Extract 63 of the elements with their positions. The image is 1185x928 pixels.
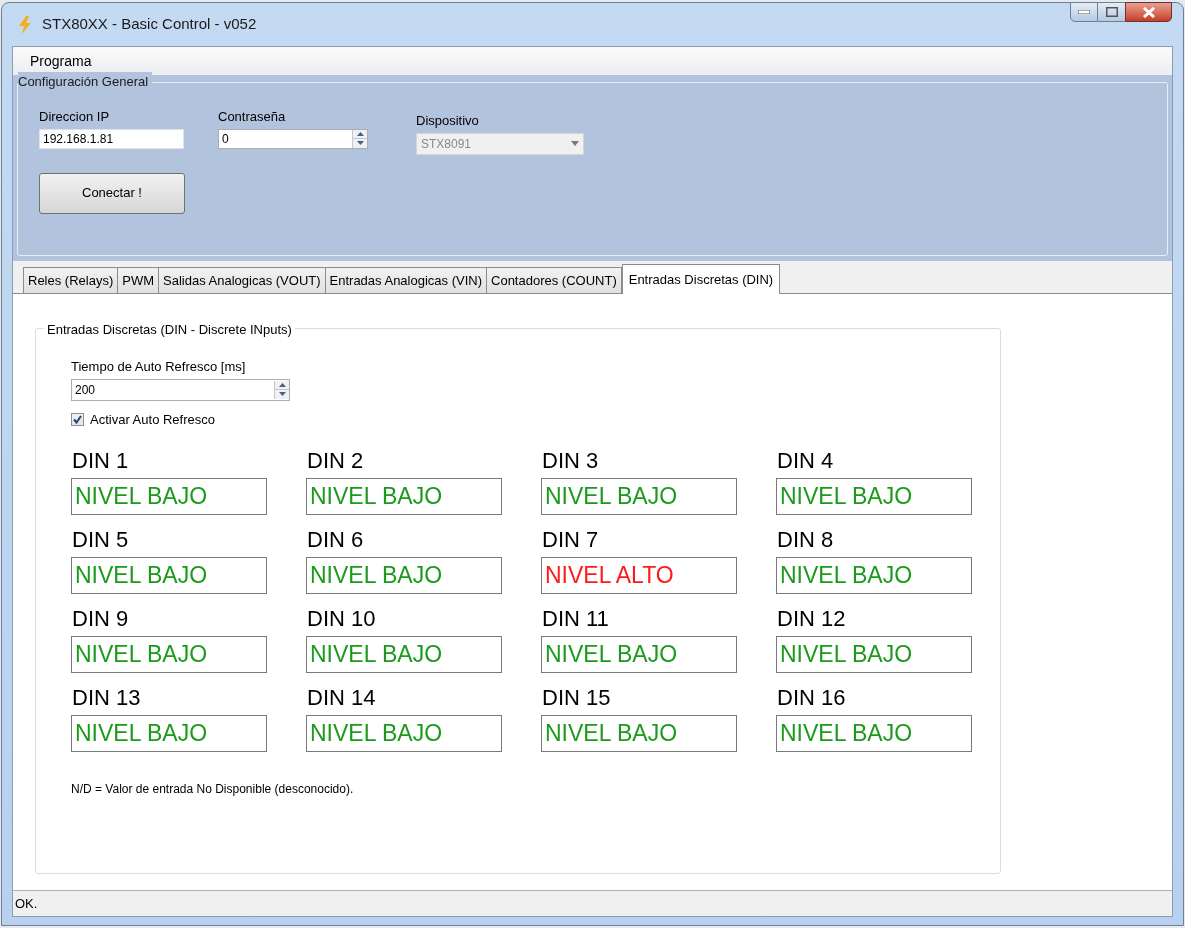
input-label: DIN 15 <box>541 684 612 712</box>
window-title: STX80XX - Basic Control - v052 <box>42 14 257 35</box>
connect-button[interactable]: Conectar ! <box>39 172 185 214</box>
refresh-field[interactable]: 200 <box>71 378 290 401</box>
input-label: DIN 8 <box>776 526 835 554</box>
input-label: DIN 9 <box>71 605 130 633</box>
field-label: Contraseña <box>218 108 287 126</box>
level-display: NIVEL BAJO <box>776 478 972 515</box>
caret-icon <box>571 141 579 146</box>
level-display: NIVEL BAJO <box>541 636 737 673</box>
input-label: DIN 12 <box>776 605 847 633</box>
input-label: DIN 5 <box>71 526 130 554</box>
status-text: OK. <box>15 894 38 913</box>
level-display: NIVEL BAJO <box>71 478 267 515</box>
input-label: DIN 3 <box>541 447 600 475</box>
field-label: Tiempo de Auto Refresco [ms] <box>71 358 247 376</box>
lightning-icon <box>18 15 32 34</box>
maximize-icon <box>1105 7 1118 17</box>
checkbox[interactable] <box>71 412 84 426</box>
level-display: NIVEL ALTO <box>541 557 737 594</box>
checkbox-label: Activar Auto Refresco <box>90 410 215 429</box>
level-display: NIVEL BAJO <box>306 636 502 673</box>
level-display: NIVEL BAJO <box>306 715 502 752</box>
level-display: NIVEL BAJO <box>776 715 972 752</box>
level-display: NIVEL BAJO <box>71 557 267 594</box>
minimize-button[interactable] <box>1070 2 1098 22</box>
level-display: NIVEL BAJO <box>306 478 502 515</box>
input-label: DIN 4 <box>776 447 835 475</box>
level-display: NIVEL BAJO <box>306 557 502 594</box>
level-display: NIVEL BAJO <box>541 715 737 752</box>
maximize-button[interactable] <box>1098 2 1125 22</box>
level-display: NIVEL BAJO <box>71 636 267 673</box>
field-label: Direccion IP <box>39 108 111 126</box>
password-field[interactable]: 0 <box>218 128 368 149</box>
tab[interactable]: PWM <box>117 267 160 293</box>
tab[interactable]: Salidas Analogicas (VOUT) <box>158 267 326 293</box>
spin-buttons[interactable] <box>352 129 367 148</box>
level-display: NIVEL BAJO <box>541 478 737 515</box>
input-label: DIN 1 <box>71 447 130 475</box>
input-label: DIN 2 <box>306 447 365 475</box>
tab[interactable]: Entradas Analogicas (VIN) <box>324 267 487 293</box>
input-label: DIN 10 <box>306 605 377 633</box>
group-title: Configuración General <box>18 72 153 92</box>
level-display: NIVEL BAJO <box>776 557 972 594</box>
input-label: DIN 7 <box>541 526 600 554</box>
tab[interactable]: Reles (Relays) <box>23 267 119 293</box>
input-label: DIN 14 <box>306 684 377 712</box>
tab[interactable]: Entradas Discretas (DIN) <box>621 264 781 294</box>
minimize-icon <box>1078 10 1090 14</box>
input-label: DIN 6 <box>306 526 365 554</box>
level-display: NIVEL BAJO <box>776 636 972 673</box>
tab[interactable]: Contadores (COUNT) <box>486 267 622 293</box>
field-label: Dispositivo <box>416 112 480 130</box>
spin-buttons[interactable] <box>274 380 289 399</box>
input-label: DIN 16 <box>776 684 847 712</box>
close-button[interactable] <box>1125 2 1172 22</box>
note-text: N/D = Valor de entrada No Disponible (desconocido). <box>71 781 355 798</box>
input-label: DIN 13 <box>71 684 142 712</box>
menu-item[interactable]: Programa <box>30 50 92 72</box>
level-display: NIVEL BAJO <box>71 715 267 752</box>
close-icon <box>1141 6 1156 18</box>
input-label: DIN 11 <box>541 605 610 633</box>
ip-field[interactable]: 192.168.1.81 <box>39 128 184 149</box>
